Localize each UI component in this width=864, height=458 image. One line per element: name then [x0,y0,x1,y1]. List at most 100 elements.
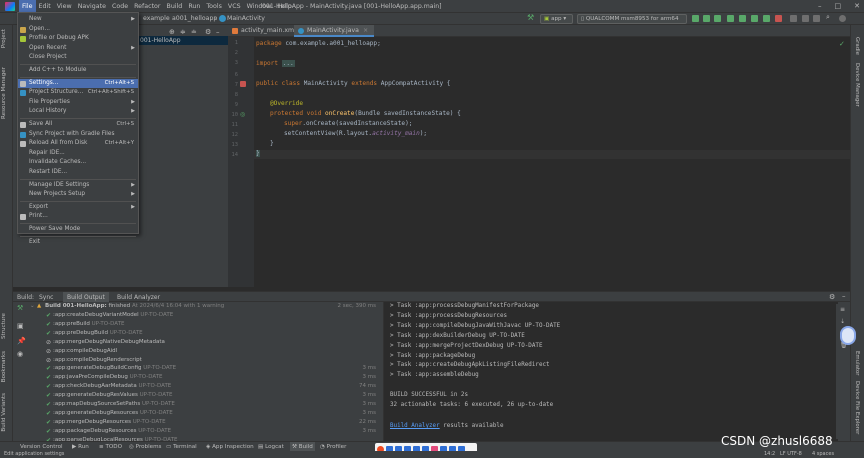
hammer-icon[interactable]: ⚒ [527,13,534,22]
hide-icon[interactable]: – [216,28,220,36]
menu-navigate[interactable]: Navigate [75,0,109,13]
tool-emulator[interactable]: Emulator [854,351,860,376]
file-menu-item-exit[interactable]: Exit [18,238,138,248]
menu-build[interactable]: Build [164,0,186,13]
build-task-row[interactable]: ✔:app:createDebugVariantModel UP-TO-DATE [13,311,383,320]
file-menu-item-local-history[interactable]: Local History ▶ [18,107,138,117]
file-menu-item-close-project[interactable]: Close Project [18,53,138,63]
file-menu-item-power-save-mode[interactable]: Power Save Mode [18,225,138,235]
device-select[interactable]: ▯ QUALCOMM msm8953 for arm64 ▾ [577,14,687,30]
file-menu-item-file-properties[interactable]: File Properties ▶ [18,98,138,108]
file-menu-item-open[interactable]: Open... [18,25,138,35]
file-menu-item-sync-project-with-gradle-files[interactable]: Sync Project with Gradle Files [18,130,138,140]
profile-icon[interactable] [739,15,746,22]
menu-vcs[interactable]: VCS [225,0,244,13]
menu-tools[interactable]: Tools [203,0,225,13]
floating-assistant-icon[interactable] [840,326,856,345]
menu-file[interactable]: File [19,0,36,13]
build-task-row[interactable]: ✔:app:generateDebugResValues UP-TO-DATE 3… [13,391,383,400]
file-menu-item-profile-or-debug-apk[interactable]: Profile or Debug APK [18,34,138,44]
sync-gradle-icon[interactable] [790,15,797,22]
file-menu-item-invalidate-caches[interactable]: Invalidate Caches... [18,158,138,168]
tool-structure[interactable]: Structure [1,313,7,339]
search-icon[interactable]: ⌕ [826,13,833,21]
run-config-select[interactable]: ▣ app ▾ [540,14,573,24]
sdk-manager-icon[interactable] [813,15,820,22]
tool-device-file-explorer[interactable]: Device File Explorer [854,381,860,434]
expand-icon[interactable]: ≐ [191,28,197,36]
build-output-console[interactable]: > Task :app:processDebugManifestForPacka… [383,302,839,441]
scroll-end-icon[interactable]: ⇣ [840,318,845,325]
build-task-row[interactable]: ✔:app:packageDebugResources UP-TO-DATE 3 … [13,427,383,436]
file-menu-item-manage-ide-settings[interactable]: Manage IDE Settings ▶ [18,181,138,191]
device-manager-icon[interactable] [802,15,809,22]
close-button[interactable]: ✕ [854,0,860,13]
menu-run[interactable]: Run [185,0,203,13]
build-task-row[interactable]: ✔:app:javaPreCompileDebug UP-TO-DATE 3 ms [13,373,383,382]
close-tab-icon[interactable]: × [363,27,368,34]
tool-device-manager[interactable]: Device Manager [854,63,860,107]
settings-icon[interactable]: ⚙ [829,293,835,301]
file-menu-item-new[interactable]: New ▶ [18,15,138,25]
breadcrumb-mainactivity[interactable]: MainActivity [227,13,265,25]
breadcrumb-package[interactable]: a001_helloapp [172,13,217,25]
file-menu-item-project-structure[interactable]: Project Structure... Ctrl+Alt+Shift+S [18,88,138,98]
caret-position[interactable]: 14:2 [764,451,775,458]
build-task-row[interactable]: ✔:app:mergeDebugResources UP-TO-DATE 22 m… [13,418,383,427]
debug-icon[interactable] [727,15,734,22]
locate-icon[interactable]: ⊕ [169,28,175,36]
build-task-row[interactable]: ✔:app:generateDebugBuildConfig UP-TO-DAT… [13,364,383,373]
tool-bookmarks[interactable]: Bookmarks [1,351,7,382]
build-task-row[interactable]: ✔:app:preBuild UP-TO-DATE [13,320,383,329]
stop-icon[interactable] [775,15,782,22]
build-root-row[interactable]: ⌄ ▲ Build 001-HelloApp: finished At 2024… [13,302,383,311]
file-menu-item-new-projects-setup[interactable]: New Projects Setup ▶ [18,190,138,200]
android-class-icon[interactable] [240,81,246,87]
tool-build-variants[interactable]: Build Variants [1,393,7,432]
wrap-icon[interactable]: ≡ [840,306,845,313]
indent-setting[interactable]: 4 spaces [812,451,834,458]
settings-icon[interactable] [839,15,846,22]
file-menu-item-save-all[interactable]: Save All Ctrl+S [18,120,138,130]
file-menu-item-reload-all-from-disk[interactable]: Reload All from Disk Ctrl+Alt+Y [18,139,138,149]
apply-code-changes-icon[interactable] [714,15,721,22]
build-task-row[interactable]: ✔:app:mapDebugSourceSetPaths UP-TO-DATE 3… [13,400,383,409]
override-marker-icon[interactable]: ◎ [240,111,245,118]
build-task-row[interactable]: ✔:app:generateDebugResources UP-TO-DATE 3… [13,409,383,418]
build-task-row[interactable]: ✔:app:checkDebugAarMetadata UP-TO-DATE 74… [13,382,383,391]
file-menu-item-open-recent[interactable]: Open Recent ▶ [18,44,138,54]
folded-imports[interactable]: ... [281,60,295,67]
minimize-button[interactable]: – [818,0,822,13]
rerun-icon[interactable] [763,15,770,22]
no-problems-icon[interactable]: ✓ [839,40,845,48]
hide-panel-icon[interactable]: – [842,292,846,300]
gear-icon[interactable]: ⚙ [205,28,211,36]
tool-project[interactable]: Project [1,29,7,48]
menu-code[interactable]: Code [109,0,131,13]
tool-resource-manager[interactable]: Resource Manager [1,67,7,119]
build-task-row[interactable]: ⊘:app:compileDebugAidl [13,347,383,356]
build-analyzer-link[interactable]: Build Analyzer [390,423,440,429]
tab-mainactivity-java[interactable]: MainActivity.java × [294,25,375,37]
code-editor[interactable]: 1 2 3 6 7 8 9 10 11 12 13 14 ◎ package c… [228,37,850,287]
file-menu-item-restart-ide[interactable]: Restart IDE... [18,168,138,178]
menu-view[interactable]: View [54,0,75,13]
run-icon[interactable] [692,15,699,22]
menu-refactor[interactable]: Refactor [131,0,163,13]
file-menu-item-add-c-to-module[interactable]: Add C++ to Module [18,66,138,76]
file-menu-item-repair-ide[interactable]: Repair IDE... [18,149,138,159]
encoding[interactable]: LF UTF-8 [780,451,802,458]
apply-changes-icon[interactable] [703,15,710,22]
attach-debugger-icon[interactable] [751,15,758,22]
tool-gradle[interactable]: Gradle [854,37,860,55]
maximize-button[interactable]: □ [835,0,842,13]
collapse-icon[interactable]: ≑ [180,28,186,36]
project-tree-row[interactable]: 001-HelloApp [138,36,228,45]
file-menu-item-export[interactable]: Export ▶ [18,203,138,213]
build-task-row[interactable]: ✔:app:preDebugBuild UP-TO-DATE [13,329,383,338]
menu-edit[interactable]: Edit [36,0,54,13]
file-menu-item-settings[interactable]: Settings... Ctrl+Alt+S [18,78,138,89]
file-menu-item-print[interactable]: Print... [18,212,138,222]
build-task-row[interactable]: ⊘:app:compileDebugRenderscript [13,356,383,365]
build-task-row[interactable]: ⊘:app:mergeDebugNativeDebugMetadata [13,338,383,347]
